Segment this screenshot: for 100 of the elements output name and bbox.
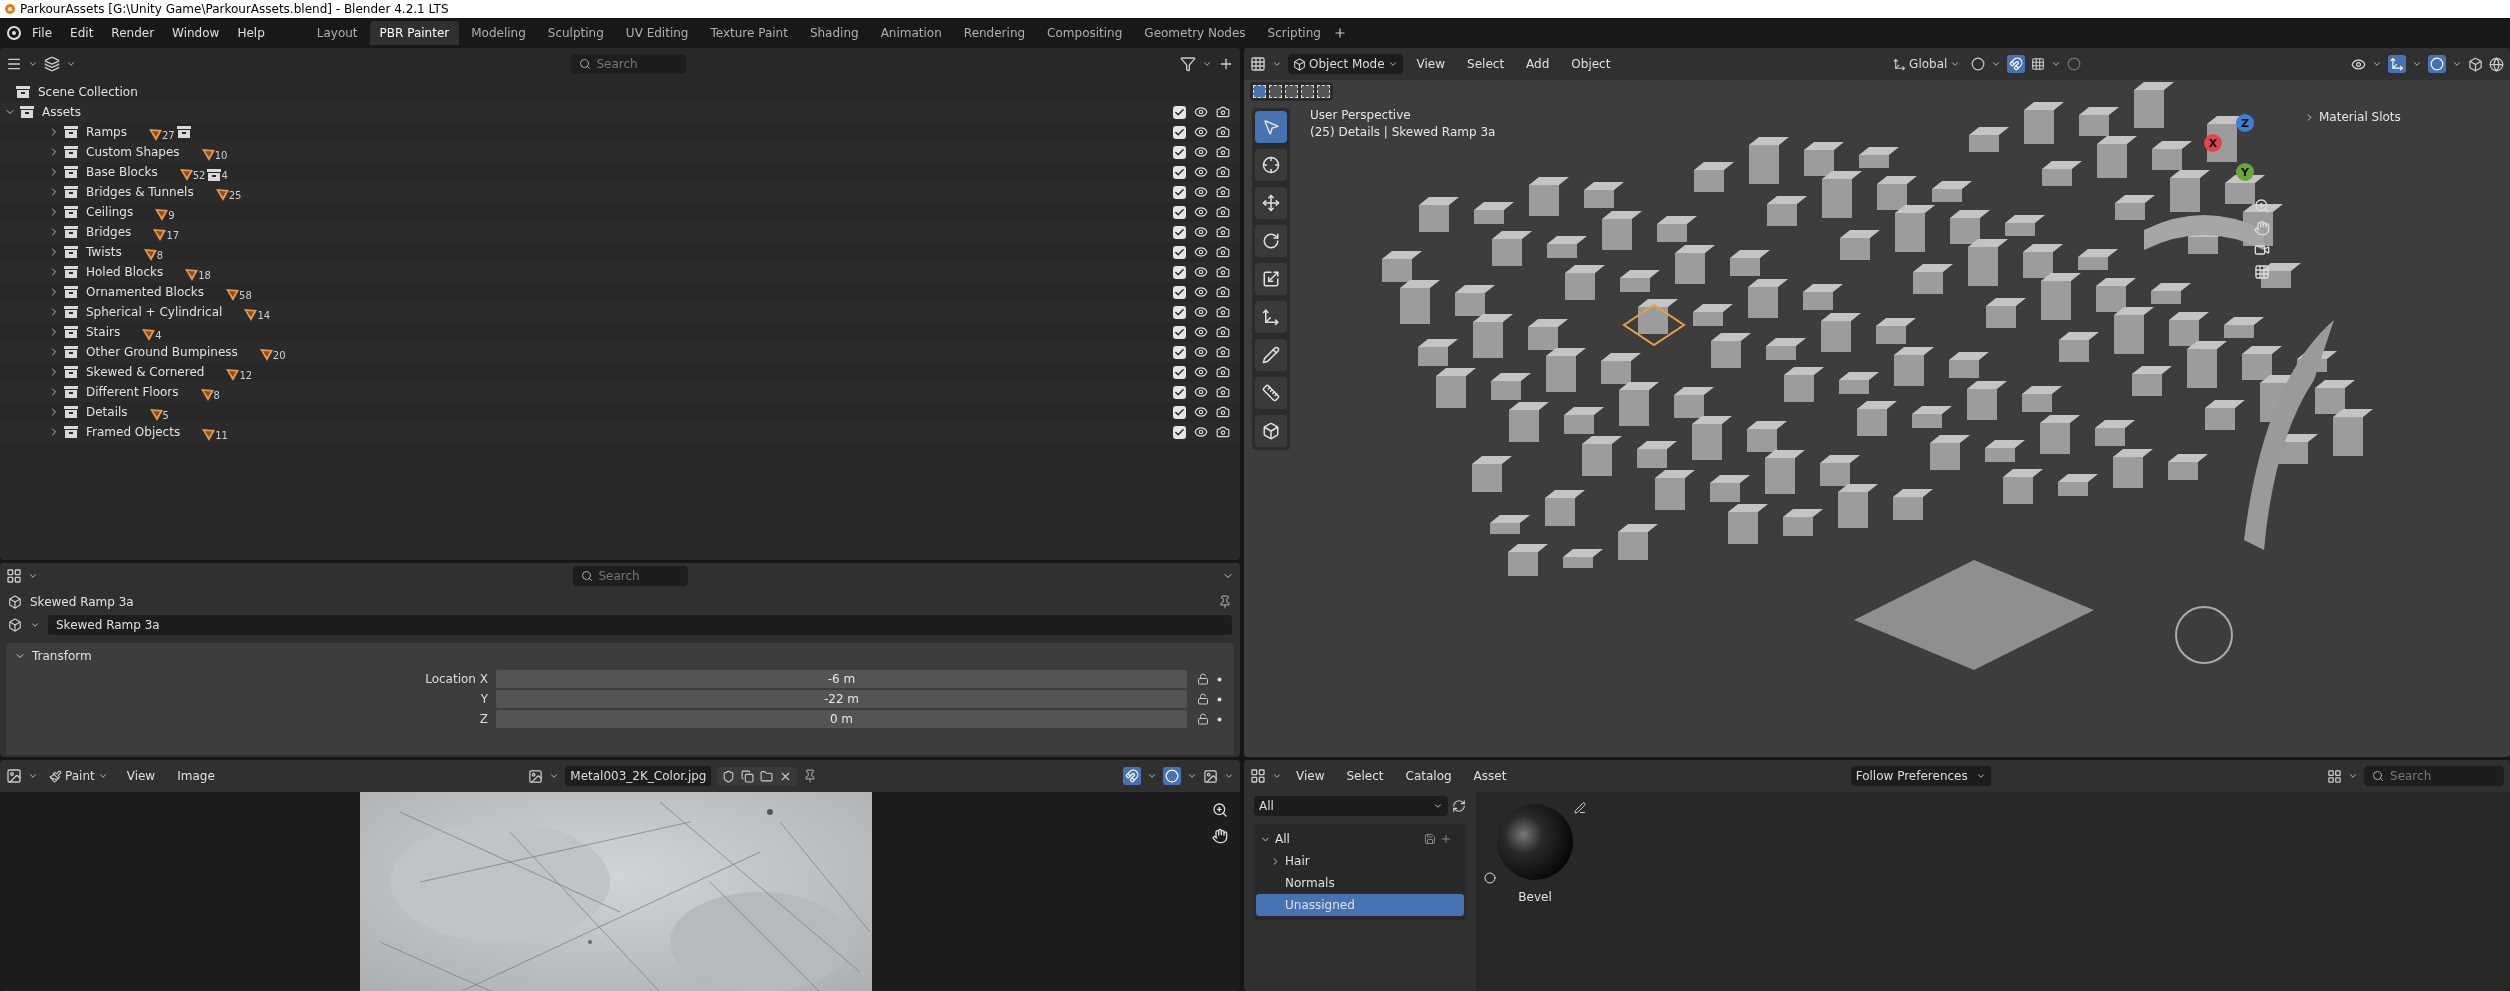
menu-item[interactable]: Window — [164, 23, 228, 43]
camera-icon[interactable] — [1216, 125, 1230, 139]
orientation-dropdown[interactable]: Global — [1888, 54, 1966, 74]
eye-icon[interactable] — [1194, 125, 1208, 139]
menu-item[interactable]: Edit — [62, 23, 102, 43]
rotate-icon[interactable] — [1255, 225, 1287, 257]
duplicate-icon[interactable] — [741, 769, 755, 783]
menu-item[interactable]: Select — [1459, 54, 1513, 74]
asset-folder-item[interactable]: All — [1256, 828, 1464, 850]
number-field[interactable]: -22 m — [496, 690, 1187, 708]
selection-mode-icon[interactable] — [1285, 85, 1298, 98]
eye-icon[interactable] — [1194, 105, 1208, 119]
snap-target-icon[interactable] — [2031, 57, 2046, 71]
gizmo-toggle[interactable] — [2388, 55, 2406, 73]
tree-item[interactable]: Other Ground Bumpiness — [86, 345, 238, 359]
workspace-tab[interactable]: Sculpting — [537, 21, 614, 45]
shading-icon[interactable] — [2489, 56, 2504, 72]
camera-icon[interactable] — [1216, 245, 1230, 259]
display-icon[interactable] — [2327, 768, 2342, 784]
workspace-tab[interactable]: PBR Painter — [369, 21, 460, 45]
camera-icon[interactable] — [1216, 205, 1230, 219]
workspace-tab[interactable]: Layout — [306, 21, 368, 45]
checkbox[interactable] — [1173, 405, 1186, 419]
camera-icon[interactable] — [1216, 345, 1230, 359]
camera-icon[interactable] — [1216, 285, 1230, 299]
menu-item[interactable]: Object — [1563, 54, 1619, 74]
keyframe-dot-icon[interactable] — [1217, 676, 1222, 682]
camera-icon[interactable] — [1216, 225, 1230, 239]
editor-type-icon[interactable] — [6, 56, 22, 72]
checkbox[interactable] — [1173, 305, 1186, 319]
refresh-icon[interactable] — [1452, 799, 1466, 813]
camera-icon[interactable] — [1216, 305, 1230, 319]
editor-type-icon[interactable] — [6, 568, 22, 584]
asset-folder-item[interactable]: Hair — [1256, 850, 1464, 872]
checkbox[interactable] — [1173, 245, 1186, 259]
pivot-icon[interactable] — [1971, 57, 1986, 71]
workspace-tab[interactable]: Shading — [799, 21, 869, 45]
workspace-tab[interactable]: Compositing — [1037, 21, 1133, 45]
eye-icon[interactable] — [1194, 305, 1208, 319]
pin-icon[interactable] — [803, 769, 818, 783]
menu-item[interactable]: Help — [229, 23, 273, 43]
checkbox[interactable] — [1173, 385, 1186, 399]
tree-item[interactable]: Bridges & Tunnels — [86, 185, 194, 199]
checkbox[interactable] — [1173, 365, 1186, 379]
selection-mode-icon[interactable] — [1253, 85, 1266, 98]
checkbox[interactable] — [1173, 265, 1186, 279]
display-channels-icon[interactable] — [1203, 768, 1218, 784]
fake-user-icon[interactable] — [722, 769, 736, 783]
camera-icon[interactable] — [1216, 105, 1230, 119]
folder-icon[interactable] — [760, 769, 774, 783]
eye-icon[interactable] — [1194, 145, 1208, 159]
camera-icon[interactable] — [1216, 165, 1230, 179]
grid-icon[interactable] — [2254, 264, 2270, 280]
eye-icon[interactable] — [1194, 245, 1208, 259]
menu-item[interactable]: Image — [169, 766, 223, 786]
checkbox[interactable] — [1173, 125, 1186, 139]
move-icon[interactable] — [1255, 187, 1287, 219]
checkbox[interactable] — [1173, 165, 1186, 179]
menu-item[interactable]: View — [1408, 54, 1454, 74]
filter-icon[interactable] — [1180, 56, 1196, 72]
checkbox[interactable] — [1173, 345, 1186, 359]
select-box-icon[interactable] — [1255, 111, 1287, 143]
workspace-tab[interactable]: Modeling — [461, 21, 536, 45]
workspace-tab[interactable]: Geometry Nodes — [1134, 21, 1256, 45]
camera-icon[interactable] — [1216, 325, 1230, 339]
menu-item[interactable]: Render — [103, 23, 163, 43]
eye-icon[interactable] — [1194, 285, 1208, 299]
editor-type-icon[interactable] — [6, 768, 22, 784]
name-field[interactable]: Skewed Ramp 3a — [48, 615, 1232, 635]
eye-icon[interactable] — [1194, 365, 1208, 379]
snap-toggle[interactable] — [2007, 55, 2026, 73]
tree-item[interactable]: Different Floors — [86, 385, 179, 399]
selection-mode-icon[interactable] — [1269, 85, 1282, 98]
camera-icon[interactable] — [1216, 185, 1230, 199]
workspace-tab[interactable]: Scripting — [1257, 21, 1331, 45]
panel-tab[interactable]: Material Slots — [2319, 110, 2401, 124]
tree-item[interactable]: Ornamented Blocks — [86, 285, 205, 299]
app-logo-icon[interactable] — [6, 25, 22, 41]
tree-item[interactable]: Ramps — [86, 125, 127, 139]
material-preview[interactable] — [1495, 802, 1575, 882]
editor-type-icon[interactable] — [1250, 56, 1266, 72]
xray-icon[interactable] — [2468, 56, 2483, 72]
camera-icon[interactable] — [1216, 405, 1230, 419]
unlock-icon[interactable] — [1197, 673, 1209, 685]
eye-icon[interactable] — [1194, 405, 1208, 419]
checkbox[interactable] — [1173, 285, 1186, 299]
search-field[interactable]: Search — [2364, 766, 2504, 786]
camera-icon[interactable] — [2254, 242, 2270, 258]
unlock-icon[interactable] — [1197, 693, 1209, 705]
menu-item[interactable]: View — [1288, 766, 1333, 786]
tree-item[interactable]: Holed Blocks — [86, 265, 164, 279]
tree-item[interactable]: Skewed & Cornered — [86, 365, 205, 379]
pan-icon[interactable] — [1212, 828, 1228, 844]
zoom-icon[interactable] — [2254, 198, 2270, 214]
number-field[interactable]: 0 m — [496, 710, 1187, 728]
import-dropdown[interactable]: Follow Preferences — [1850, 766, 1991, 786]
cursor-icon[interactable] — [1255, 149, 1287, 181]
checkbox[interactable] — [1173, 105, 1186, 119]
selection-mode-icon[interactable] — [1317, 85, 1330, 98]
camera-icon[interactable] — [1216, 145, 1230, 159]
